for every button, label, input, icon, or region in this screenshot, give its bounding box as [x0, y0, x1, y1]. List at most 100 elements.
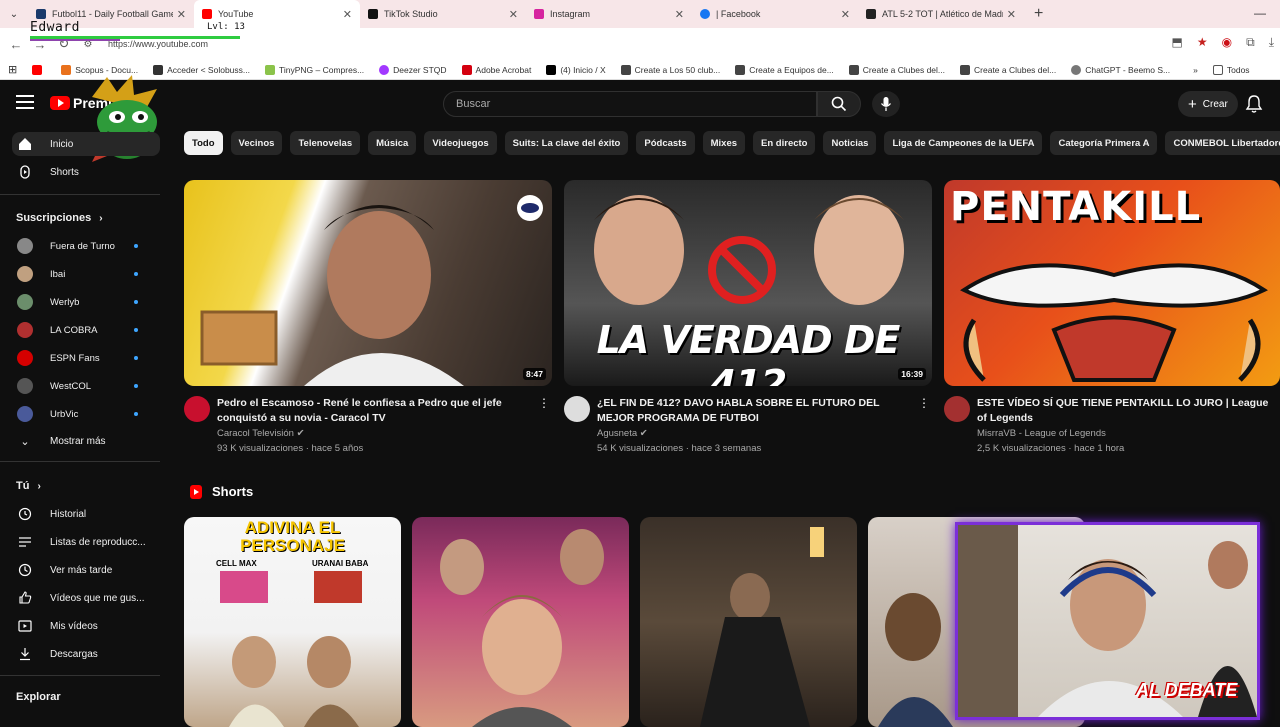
- browser-tab[interactable]: Instagram ✕: [526, 0, 692, 28]
- channel-avatar[interactable]: [184, 396, 210, 422]
- bookmark-item[interactable]: Create a Clubes del...: [960, 64, 1056, 75]
- video-card[interactable]: LA VERDAD DE 412 16:39 ¿EL FIN DE 412? D…: [564, 180, 932, 456]
- bookmark-item[interactable]: ChatGPT - Beemo S...: [1071, 64, 1170, 75]
- close-tab-icon[interactable]: ✕: [841, 8, 850, 21]
- bookmark-item[interactable]: [32, 64, 46, 75]
- subscription-item[interactable]: Ibai: [0, 262, 160, 286]
- bookmark-item[interactable]: TinyPNG – Compres...: [264, 64, 364, 75]
- subscriptions-header[interactable]: Suscripciones ›: [16, 212, 103, 224]
- create-button[interactable]: + Crear: [1178, 91, 1238, 117]
- browser-tab[interactable]: ATL 5-2 TOT | Atlético de Madri ✕: [858, 0, 1024, 28]
- shorts-icon: [190, 484, 202, 499]
- close-tab-icon[interactable]: ✕: [177, 8, 186, 21]
- download-icon[interactable]: ⤓: [1269, 35, 1274, 50]
- bookmark-item[interactable]: Create a Equipos de...: [735, 64, 834, 75]
- chip[interactable]: Videojuegos: [424, 131, 497, 155]
- url-field[interactable]: https://www.youtube.com: [108, 39, 208, 49]
- bookmark-item[interactable]: Create a Clubes del...: [848, 64, 945, 75]
- verified-icon: ✔: [296, 428, 305, 439]
- you-header[interactable]: Tú ›: [16, 480, 41, 492]
- chip[interactable]: Noticias: [823, 131, 877, 155]
- subscription-item[interactable]: Fuera de Turno: [0, 234, 160, 258]
- bookmark-item[interactable]: Create a Los 50 club...: [620, 64, 720, 75]
- bookmark-star-icon[interactable]: ★: [1197, 35, 1208, 50]
- subscription-item[interactable]: LA COBRA: [0, 318, 160, 342]
- sidebar-item-liked-videos[interactable]: Vídeos que me gus...: [0, 586, 160, 610]
- search-input[interactable]: Buscar: [443, 91, 817, 117]
- opera-icon[interactable]: ◉: [1222, 35, 1232, 50]
- browser-tab[interactable]: TikTok Studio ✕: [360, 0, 526, 28]
- minimize-icon[interactable]: —: [1254, 6, 1266, 20]
- bookmarks-overflow-icon[interactable]: »: [1193, 65, 1198, 75]
- close-tab-icon[interactable]: ✕: [675, 8, 684, 21]
- subscription-item[interactable]: WestCOL: [0, 374, 160, 398]
- sidebar-item-watch-later[interactable]: Ver más tarde: [0, 558, 160, 582]
- sidebar-item-downloads[interactable]: Descargas: [0, 642, 160, 666]
- close-tab-icon[interactable]: ✕: [343, 8, 352, 21]
- browser-tab-bar: ⌄ Futbol11 - Daily Football Game ✕ YouTu…: [0, 0, 1280, 28]
- video-thumbnail[interactable]: PENTAKILL: [944, 180, 1280, 386]
- sidebar-item-shorts[interactable]: Shorts: [0, 160, 160, 184]
- install-app-icon[interactable]: ⬒: [1172, 35, 1183, 50]
- apps-grid-icon[interactable]: ⊞: [8, 63, 17, 76]
- channel-name[interactable]: Agusneta ✔: [597, 428, 648, 439]
- browser-tab[interactable]: | Facebook ✕: [692, 0, 858, 28]
- tab-title: Instagram: [550, 9, 591, 19]
- video-title[interactable]: Pedro el Escamoso - René le confiesa a P…: [217, 396, 537, 426]
- sidebar-item-playlists[interactable]: Listas de reproducc...: [0, 530, 160, 554]
- close-tab-icon[interactable]: ✕: [1007, 8, 1016, 21]
- subscription-item[interactable]: Werlyb: [0, 290, 160, 314]
- video-card[interactable]: 8:47 Pedro el Escamoso - René le confies…: [184, 180, 552, 456]
- short-card[interactable]: [640, 517, 857, 727]
- sidebar-item-my-videos[interactable]: Mis vídeos: [0, 614, 160, 638]
- sidebar-item-home[interactable]: Inicio: [0, 132, 160, 156]
- sidebar-item-history[interactable]: Historial: [0, 502, 160, 526]
- video-thumbnail[interactable]: LA VERDAD DE 412 16:39: [564, 180, 932, 386]
- chip[interactable]: Música: [368, 131, 417, 155]
- more-options-icon[interactable]: ⋮: [918, 396, 930, 410]
- channel-avatar[interactable]: [944, 396, 970, 422]
- chip[interactable]: Liga de Campeones de la UEFA: [884, 131, 1043, 155]
- more-options-icon[interactable]: ⋮: [538, 396, 550, 410]
- chip[interactable]: Categoría Primera A: [1050, 131, 1158, 155]
- bookmark-item[interactable]: Deezer STQD: [379, 64, 447, 75]
- chip[interactable]: Suits: La clave del éxito: [504, 131, 629, 155]
- short-card[interactable]: [412, 517, 629, 727]
- channel-avatar: [17, 294, 33, 310]
- search-button[interactable]: [817, 91, 861, 117]
- menu-icon[interactable]: [16, 95, 34, 109]
- video-meta: Pedro el Escamoso - René le confiesa a P…: [184, 396, 552, 456]
- notifications-bell-icon[interactable]: [1244, 94, 1264, 114]
- tab-search-chevron-icon[interactable]: ⌄: [0, 9, 28, 20]
- streamer-webcam-overlay: AL DEBATE: [955, 522, 1260, 720]
- chip[interactable]: Telenovelas: [290, 131, 361, 155]
- channel-name[interactable]: Caracol Televisión ✔: [217, 428, 305, 439]
- subscription-item[interactable]: ESPN Fans: [0, 346, 160, 370]
- video-card[interactable]: PENTAKILL ESTE VÍDEO SÍ QUE TIENE PENTAK…: [944, 180, 1280, 456]
- video-title[interactable]: ESTE VÍDEO SÍ QUE TIENE PENTAKILL LO JUR…: [977, 396, 1277, 426]
- new-content-dot: [134, 384, 138, 388]
- chip[interactable]: CONMEBOL Libertadores: [1165, 131, 1280, 155]
- chip-todo[interactable]: Todo: [184, 131, 223, 155]
- extensions-icon[interactable]: ⧉: [1246, 35, 1255, 50]
- show-more-button[interactable]: ⌄ Mostrar más: [0, 429, 160, 453]
- short-card[interactable]: ADIVINA EL PERSONAJE CELL MAX URANAI BAB…: [184, 517, 401, 727]
- video-title[interactable]: ¿EL FIN DE 412? DAVO HABLA SOBRE EL FUTU…: [597, 396, 917, 426]
- chip[interactable]: Mixes: [702, 131, 746, 155]
- chip[interactable]: En directo: [753, 131, 816, 155]
- video-thumbnail[interactable]: 8:47: [184, 180, 552, 386]
- chip[interactable]: Vecinos: [230, 131, 283, 155]
- voice-search-button[interactable]: [872, 91, 900, 117]
- subscription-item[interactable]: UrbVic: [0, 402, 160, 426]
- channel-name[interactable]: MisrraVB - League of Legends: [977, 428, 1106, 439]
- all-bookmarks-item[interactable]: Todos: [1212, 64, 1250, 75]
- channel-avatar[interactable]: [564, 396, 590, 422]
- chip[interactable]: Pódcasts: [636, 131, 695, 155]
- sidebar-item-label: Historial: [50, 508, 87, 520]
- video-stats: 54 K visualizaciones · hace 3 semanas: [597, 443, 762, 454]
- back-icon[interactable]: ←: [4, 37, 28, 52]
- bookmark-item[interactable]: Adobe Acrobat: [461, 64, 531, 75]
- close-tab-icon[interactable]: ✕: [509, 8, 518, 21]
- bookmark-item[interactable]: (4) Inicio / X: [546, 64, 606, 75]
- new-tab-icon[interactable]: +: [1034, 5, 1043, 23]
